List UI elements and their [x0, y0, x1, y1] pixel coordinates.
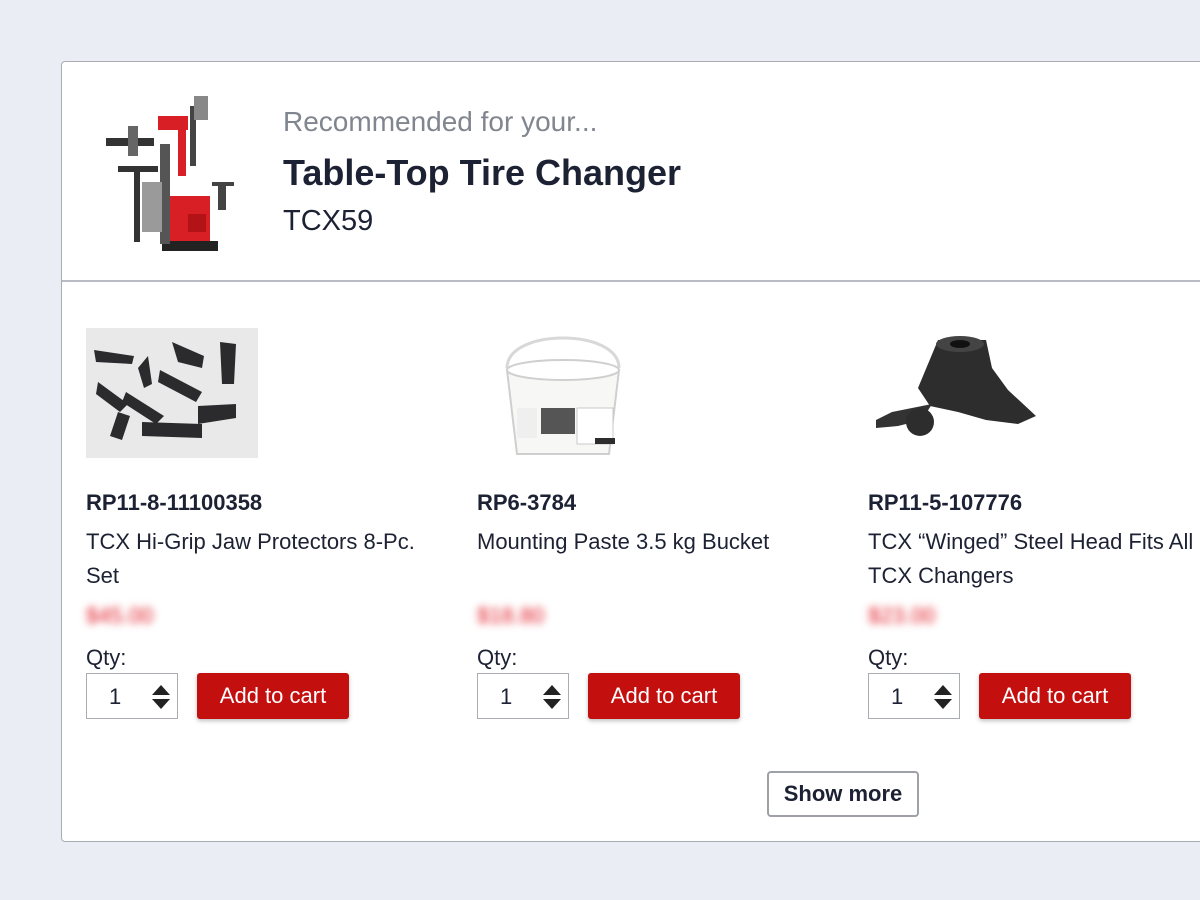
- quantity-value: 1: [500, 684, 513, 709]
- product-sku: RP11-8-11100358: [86, 490, 263, 515]
- product-card: RP6-3784 Mounting Paste 3.5 kg Bucket $1…: [477, 320, 837, 740]
- up-down-arrows-icon[interactable]: [151, 684, 171, 710]
- product-sku: RP11-5-107776: [868, 490, 1023, 515]
- product-sku: RP6-3784: [477, 490, 577, 515]
- qty-label: Qty:: [868, 645, 909, 670]
- quantity-stepper[interactable]: 1: [868, 673, 960, 719]
- up-down-arrows-icon[interactable]: [542, 684, 562, 710]
- recommendation-header: Recommended for your... Table-Top Tire C…: [62, 62, 1200, 282]
- product-name[interactable]: TCX “Winged” Steel Head Fits All TCX Cha…: [868, 525, 1200, 593]
- paste-bucket-image[interactable]: [477, 328, 649, 458]
- quantity-value: 1: [891, 684, 904, 709]
- add-to-cart-button[interactable]: Add to cart: [979, 673, 1131, 719]
- product-title: Table-Top Tire Changer: [283, 152, 682, 193]
- product-model: TCX59: [283, 205, 374, 237]
- product-price: $23.00: [868, 603, 936, 628]
- steel-mount-head-image[interactable]: [868, 328, 1040, 458]
- quantity-stepper[interactable]: 1: [477, 673, 569, 719]
- product-price: $18.80: [477, 603, 545, 628]
- add-to-cart-button[interactable]: Add to cart: [588, 673, 740, 719]
- jaw-protectors-image[interactable]: [86, 328, 258, 458]
- product-name[interactable]: Mounting Paste 3.5 kg Bucket: [477, 525, 817, 559]
- recommended-eyebrow: Recommended for your...: [283, 106, 598, 137]
- qty-label: Qty:: [477, 645, 518, 670]
- qty-label: Qty:: [86, 645, 127, 670]
- product-card: RP11-8-11100358 TCX Hi-Grip Jaw Protecto…: [86, 320, 446, 740]
- product-name[interactable]: TCX Hi-Grip Jaw Protectors 8-Pc. Set: [86, 525, 426, 593]
- tire-changer-image: [106, 96, 234, 251]
- product-price: $45.00: [86, 603, 154, 628]
- product-card: RP11-5-107776 TCX “Winged” Steel Head Fi…: [868, 320, 1198, 740]
- quantity-value: 1: [109, 684, 122, 709]
- recommendation-card: Recommended for your... Table-Top Tire C…: [61, 61, 1200, 842]
- up-down-arrows-icon[interactable]: [933, 684, 953, 710]
- add-to-cart-button[interactable]: Add to cart: [197, 673, 349, 719]
- show-more-button[interactable]: Show more: [767, 771, 919, 817]
- quantity-stepper[interactable]: 1: [86, 673, 178, 719]
